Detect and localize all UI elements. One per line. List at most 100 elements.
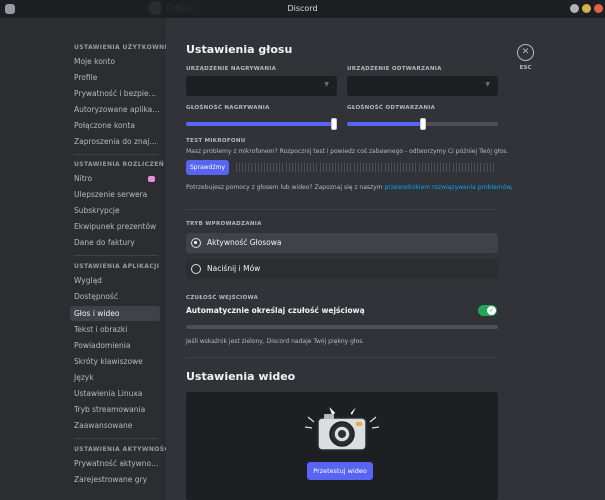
meter-tick	[418, 163, 420, 172]
input-device-select[interactable]: ▼	[186, 76, 337, 96]
mode-voice-activity-label: Aktywność Głosowa	[207, 238, 282, 247]
meter-tick	[387, 163, 389, 172]
meter-tick	[242, 163, 244, 172]
meter-tick	[248, 163, 250, 172]
sidebar-item-authorized-apps[interactable]: Autoryzowane aplikacje	[70, 102, 160, 117]
meter-tick	[276, 163, 278, 172]
meter-tick	[489, 163, 491, 172]
input-device-label: URZĄDZENIE NAGRYWANIA	[186, 66, 277, 72]
sidebar-item-connections[interactable]: Połączone konta	[70, 118, 160, 133]
sidebar-item-nitro[interactable]: Nitro	[70, 171, 160, 186]
mic-test-description: Masz problemy z mikrofonem? Rozpocznij t…	[186, 148, 509, 155]
meter-tick	[372, 163, 374, 172]
mode-push-to-talk-option[interactable]: Naciśnij i Mów	[186, 259, 498, 279]
esc-label: ESC	[519, 65, 532, 71]
input-volume-fill	[186, 122, 337, 126]
nitro-badge-icon	[148, 176, 155, 182]
mic-test-label: TEST MIKROFONU	[186, 138, 246, 144]
auto-sensitivity-toggle[interactable]: ✓	[478, 305, 497, 316]
sidebar-item-streamer-mode[interactable]: Tryb streamowania	[70, 402, 160, 417]
sidebar-item-activity-privacy[interactable]: Prywatność aktywności	[70, 456, 160, 471]
meter-tick	[461, 163, 463, 172]
sidebar-header-app: USTAWIENIA APLIKACJI	[74, 263, 160, 270]
meter-tick	[347, 163, 349, 172]
meter-tick	[353, 163, 355, 172]
sidebar-item-friend-invites[interactable]: Zaproszenia do znajom...	[70, 134, 160, 149]
meter-tick	[288, 163, 290, 172]
input-volume-handle[interactable]	[331, 118, 337, 130]
sidebar-item-server-boost[interactable]: Ulepszenie serwera	[70, 187, 160, 202]
sidebar-header-billing: USTAWIENIA ROZLICZEŃ	[74, 161, 165, 168]
sidebar-item-subscriptions[interactable]: Subskrypcje	[70, 203, 160, 218]
sidebar-header-activity: USTAWIENIA AKTYWNOŚCI	[74, 446, 172, 453]
sidebar-item-advanced[interactable]: Zaawansowane	[70, 418, 160, 433]
sensitivity-hint: Jeśli wskaźnik jest zielony, Discord nad…	[186, 338, 365, 345]
meter-tick	[350, 163, 352, 172]
chevron-down-icon: ▼	[324, 81, 329, 88]
meter-tick	[291, 163, 293, 172]
meter-tick	[434, 163, 435, 172]
close-icon[interactable]: ✕	[517, 44, 534, 61]
meter-tick	[322, 163, 324, 172]
close-window-button[interactable]	[594, 4, 603, 13]
meter-tick	[273, 163, 275, 172]
sidebar-item-notifications[interactable]: Powiadomienia	[70, 338, 160, 353]
section-divider	[186, 357, 498, 358]
meter-tick	[328, 163, 330, 172]
meter-tick	[319, 163, 321, 172]
meter-tick	[270, 163, 272, 172]
meter-tick	[239, 163, 241, 172]
meter-tick	[427, 163, 429, 172]
sidebar-item-accessibility[interactable]: Dostępność	[70, 289, 160, 304]
sidebar-item-voice-video[interactable]: Głos i wideo	[70, 306, 160, 321]
sidebar-item-profiles[interactable]: Profile	[70, 70, 160, 85]
meter-tick	[480, 163, 482, 172]
radio-checked-icon	[191, 238, 201, 248]
meter-tick	[396, 163, 398, 172]
sensitivity-label: CZUŁOŚĆ WEJŚCIOWA	[186, 295, 259, 301]
sidebar-item-gift-inventory[interactable]: Ekwipunek prezentów	[70, 219, 160, 234]
meter-tick	[300, 163, 302, 172]
sidebar-divider	[74, 154, 158, 155]
troubleshooting-link[interactable]: przewodnikiem rozwiązywania problemów	[384, 184, 510, 191]
meter-tick	[304, 163, 306, 172]
meter-tick	[338, 163, 340, 172]
meter-tick	[412, 163, 414, 172]
meter-tick	[440, 163, 442, 172]
sidebar-item-billing[interactable]: Dane do faktury	[70, 235, 160, 250]
sidebar-item-privacy[interactable]: Prywatność i bezpiecze...	[70, 86, 160, 101]
meter-tick	[260, 163, 262, 172]
sidebar-item-keybinds[interactable]: Skróty klawiszowe	[70, 354, 160, 369]
output-volume-fill	[347, 122, 423, 126]
sidebar-item-language[interactable]: Język	[70, 370, 160, 385]
sidebar-item-registered-games[interactable]: Zarejestrowane gry	[70, 472, 160, 487]
meter-tick	[403, 163, 405, 172]
minimize-button[interactable]	[570, 4, 579, 13]
meter-tick	[282, 163, 284, 172]
meter-tick	[458, 163, 460, 172]
meter-tick	[325, 163, 327, 172]
input-volume-slider[interactable]	[186, 118, 337, 130]
mode-voice-activity-option[interactable]: Aktywność Głosowa	[186, 233, 498, 253]
meter-tick	[316, 163, 318, 172]
meter-tick	[406, 163, 408, 172]
output-device-label: URZĄDZENIE ODTWARZANIA	[347, 66, 442, 72]
meter-tick	[399, 163, 401, 172]
meter-tick	[449, 163, 451, 172]
output-volume-slider[interactable]	[347, 118, 498, 130]
test-video-button[interactable]: Przetestuj wideo	[307, 462, 373, 480]
sidebar-item-my-account[interactable]: Moje konto	[70, 54, 160, 69]
maximize-button[interactable]	[582, 4, 591, 13]
meter-tick	[307, 163, 309, 172]
camera-illustration-icon	[304, 403, 380, 451]
meter-tick	[344, 163, 346, 172]
sidebar-item-appearance[interactable]: Wygląd	[70, 273, 160, 288]
meter-tick	[421, 163, 423, 172]
sidebar-item-linux-settings[interactable]: Ustawienia Linuxa	[70, 386, 160, 401]
check-mic-button[interactable]: Sprawdźmy	[186, 160, 229, 175]
meter-tick	[424, 163, 426, 172]
sidebar-item-text-images[interactable]: Tekst i obrazki	[70, 322, 160, 337]
output-volume-handle[interactable]	[419, 118, 426, 130]
meter-tick	[294, 163, 296, 172]
output-device-select[interactable]: ▼	[347, 76, 498, 96]
